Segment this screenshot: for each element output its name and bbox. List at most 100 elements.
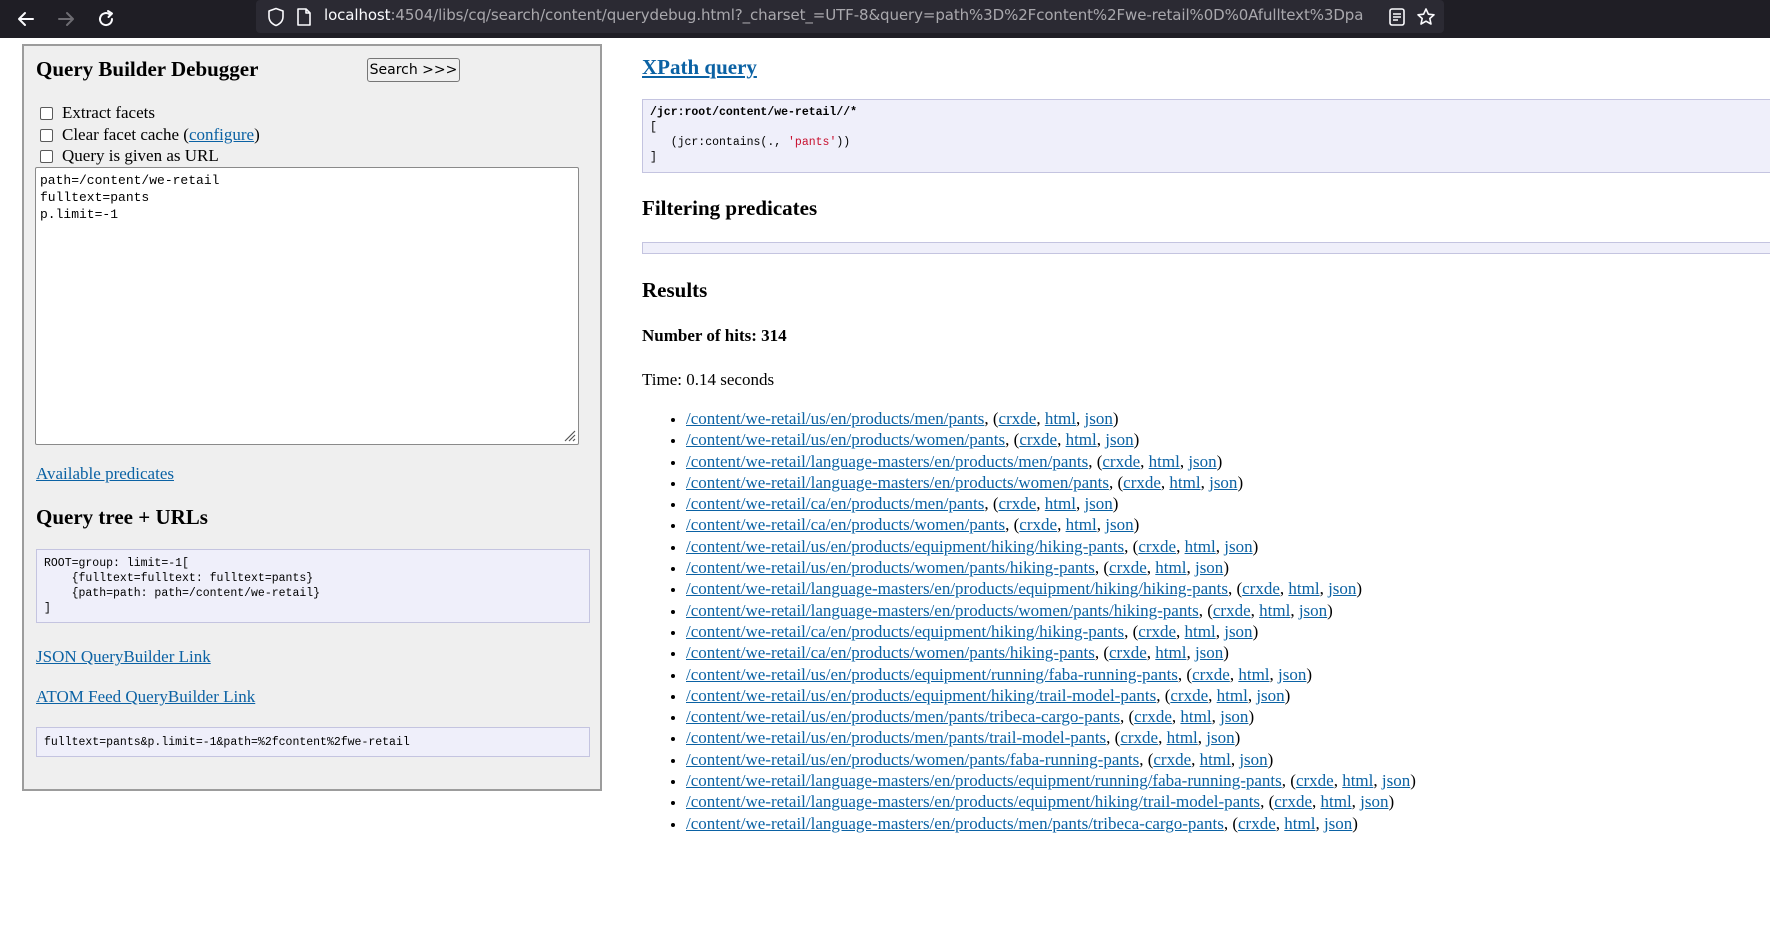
result-crxde-link[interactable]: crxde <box>1109 558 1147 577</box>
result-html-link[interactable]: html <box>1155 558 1186 577</box>
result-path-link[interactable]: /content/we-retail/us/en/products/men/pa… <box>686 707 1120 726</box>
result-html-link[interactable]: html <box>1045 409 1076 428</box>
result-path-link[interactable]: /content/we-retail/ca/en/products/women/… <box>686 643 1095 662</box>
result-json-link[interactable]: json <box>1278 665 1306 684</box>
result-crxde-link[interactable]: crxde <box>1138 622 1176 641</box>
result-path-link[interactable]: /content/we-retail/ca/en/products/equipm… <box>686 622 1124 641</box>
result-crxde-link[interactable]: crxde <box>1102 452 1140 471</box>
result-crxde-link[interactable]: crxde <box>1170 686 1208 705</box>
result-path-link[interactable]: /content/we-retail/us/en/products/men/pa… <box>686 409 984 428</box>
result-json-link[interactable]: json <box>1206 728 1234 747</box>
result-html-link[interactable]: html <box>1180 707 1211 726</box>
result-crxde-link[interactable]: crxde <box>999 494 1037 513</box>
result-json-link[interactable]: json <box>1224 537 1252 556</box>
result-path-link[interactable]: /content/we-retail/ca/en/products/men/pa… <box>686 494 984 513</box>
forward-button[interactable] <box>52 5 80 33</box>
result-path-link[interactable]: /content/we-retail/language-masters/en/p… <box>686 601 1199 620</box>
query-url-checkbox[interactable] <box>40 149 53 163</box>
result-crxde-link[interactable]: crxde <box>999 409 1037 428</box>
result-json-link[interactable]: json <box>1324 814 1352 833</box>
result-path-link[interactable]: /content/we-retail/us/en/products/equipm… <box>686 665 1178 684</box>
result-html-link[interactable]: html <box>1259 601 1290 620</box>
result-crxde-link[interactable]: crxde <box>1019 430 1057 449</box>
result-crxde-link[interactable]: crxde <box>1274 792 1312 811</box>
url-text[interactable]: localhost:4504/libs/cq/search/content/qu… <box>324 6 1364 24</box>
result-html-link[interactable]: html <box>1217 686 1248 705</box>
extract-facets-option[interactable]: Extract facets <box>40 103 155 123</box>
result-crxde-link[interactable]: crxde <box>1120 728 1158 747</box>
result-json-link[interactable]: json <box>1224 622 1252 641</box>
result-crxde-link[interactable]: crxde <box>1123 473 1161 492</box>
atom-feed-link[interactable]: ATOM Feed QueryBuilder Link <box>36 687 255 707</box>
result-json-link[interactable]: json <box>1105 515 1133 534</box>
available-predicates-link[interactable]: Available predicates <box>36 464 174 484</box>
result-path-link[interactable]: /content/we-retail/language-masters/en/p… <box>686 771 1282 790</box>
result-json-link[interactable]: json <box>1256 686 1284 705</box>
result-html-link[interactable]: html <box>1321 792 1352 811</box>
result-path-link[interactable]: /content/we-retail/us/en/products/men/pa… <box>686 728 1106 747</box>
result-crxde-link[interactable]: crxde <box>1238 814 1276 833</box>
result-html-link[interactable]: html <box>1149 452 1180 471</box>
clear-facet-cache-checkbox[interactable] <box>40 128 53 142</box>
resize-handle-icon[interactable] <box>562 428 576 442</box>
result-json-link[interactable]: json <box>1195 558 1223 577</box>
result-json-link[interactable]: json <box>1360 792 1388 811</box>
reader-view-icon[interactable] <box>1388 7 1406 27</box>
xpath-query-link[interactable]: XPath query <box>642 55 757 80</box>
result-json-link[interactable]: json <box>1195 643 1223 662</box>
result-html-link[interactable]: html <box>1288 579 1319 598</box>
result-crxde-link[interactable]: crxde <box>1138 537 1176 556</box>
query-url-option[interactable]: Query is given as URL <box>40 146 219 166</box>
result-json-link[interactable]: json <box>1084 494 1112 513</box>
result-crxde-link[interactable]: crxde <box>1109 643 1147 662</box>
result-json-link[interactable]: json <box>1328 579 1356 598</box>
result-html-link[interactable]: html <box>1284 814 1315 833</box>
result-crxde-link[interactable]: crxde <box>1019 515 1057 534</box>
result-html-link[interactable]: html <box>1238 665 1269 684</box>
result-json-link[interactable]: json <box>1188 452 1216 471</box>
configure-link[interactable]: configure <box>189 125 254 145</box>
extract-facets-checkbox[interactable] <box>40 106 53 120</box>
result-path-link[interactable]: /content/we-retail/language-masters/en/p… <box>686 473 1109 492</box>
result-html-link[interactable]: html <box>1066 430 1097 449</box>
search-button[interactable]: Search >>> <box>367 58 460 82</box>
result-html-link[interactable]: html <box>1167 728 1198 747</box>
result-json-link[interactable]: json <box>1299 601 1327 620</box>
result-html-link[interactable]: html <box>1155 643 1186 662</box>
result-crxde-link[interactable]: crxde <box>1213 601 1251 620</box>
result-path-link[interactable]: /content/we-retail/language-masters/en/p… <box>686 452 1088 471</box>
result-crxde-link[interactable]: crxde <box>1296 771 1334 790</box>
result-json-link[interactable]: json <box>1209 473 1237 492</box>
result-html-link[interactable]: html <box>1185 622 1216 641</box>
result-path-link[interactable]: /content/we-retail/us/en/products/women/… <box>686 558 1095 577</box>
result-json-link[interactable]: json <box>1239 750 1267 769</box>
query-textarea[interactable]: path=/content/we-retail fulltext=pants p… <box>35 167 579 445</box>
result-crxde-link[interactable]: crxde <box>1153 750 1191 769</box>
result-path-link[interactable]: /content/we-retail/us/en/products/women/… <box>686 430 1005 449</box>
result-json-link[interactable]: json <box>1105 430 1133 449</box>
result-path-link[interactable]: /content/we-retail/us/en/products/women/… <box>686 750 1139 769</box>
result-crxde-link[interactable]: crxde <box>1242 579 1280 598</box>
json-querybuilder-link[interactable]: JSON QueryBuilder Link <box>36 647 211 667</box>
result-path-link[interactable]: /content/we-retail/language-masters/en/p… <box>686 814 1224 833</box>
result-json-link[interactable]: json <box>1382 771 1410 790</box>
result-json-link[interactable]: json <box>1220 707 1248 726</box>
result-crxde-link[interactable]: crxde <box>1134 707 1172 726</box>
result-path-link[interactable]: /content/we-retail/language-masters/en/p… <box>686 579 1228 598</box>
result-html-link[interactable]: html <box>1066 515 1097 534</box>
result-path-link[interactable]: /content/we-retail/language-masters/en/p… <box>686 792 1260 811</box>
result-json-link[interactable]: json <box>1084 409 1112 428</box>
result-html-link[interactable]: html <box>1200 750 1231 769</box>
result-crxde-link[interactable]: crxde <box>1192 665 1230 684</box>
result-path-link[interactable]: /content/we-retail/us/en/products/equipm… <box>686 686 1156 705</box>
star-icon[interactable] <box>1416 7 1436 27</box>
page-icon[interactable] <box>296 7 312 27</box>
address-bar[interactable]: localhost:4504/libs/cq/search/content/qu… <box>256 0 1444 33</box>
result-html-link[interactable]: html <box>1045 494 1076 513</box>
result-path-link[interactable]: /content/we-retail/us/en/products/equipm… <box>686 537 1124 556</box>
shield-icon[interactable] <box>267 7 285 27</box>
result-path-link[interactable]: /content/we-retail/ca/en/products/women/… <box>686 515 1005 534</box>
reload-button[interactable] <box>92 5 120 33</box>
result-html-link[interactable]: html <box>1169 473 1200 492</box>
result-html-link[interactable]: html <box>1185 537 1216 556</box>
